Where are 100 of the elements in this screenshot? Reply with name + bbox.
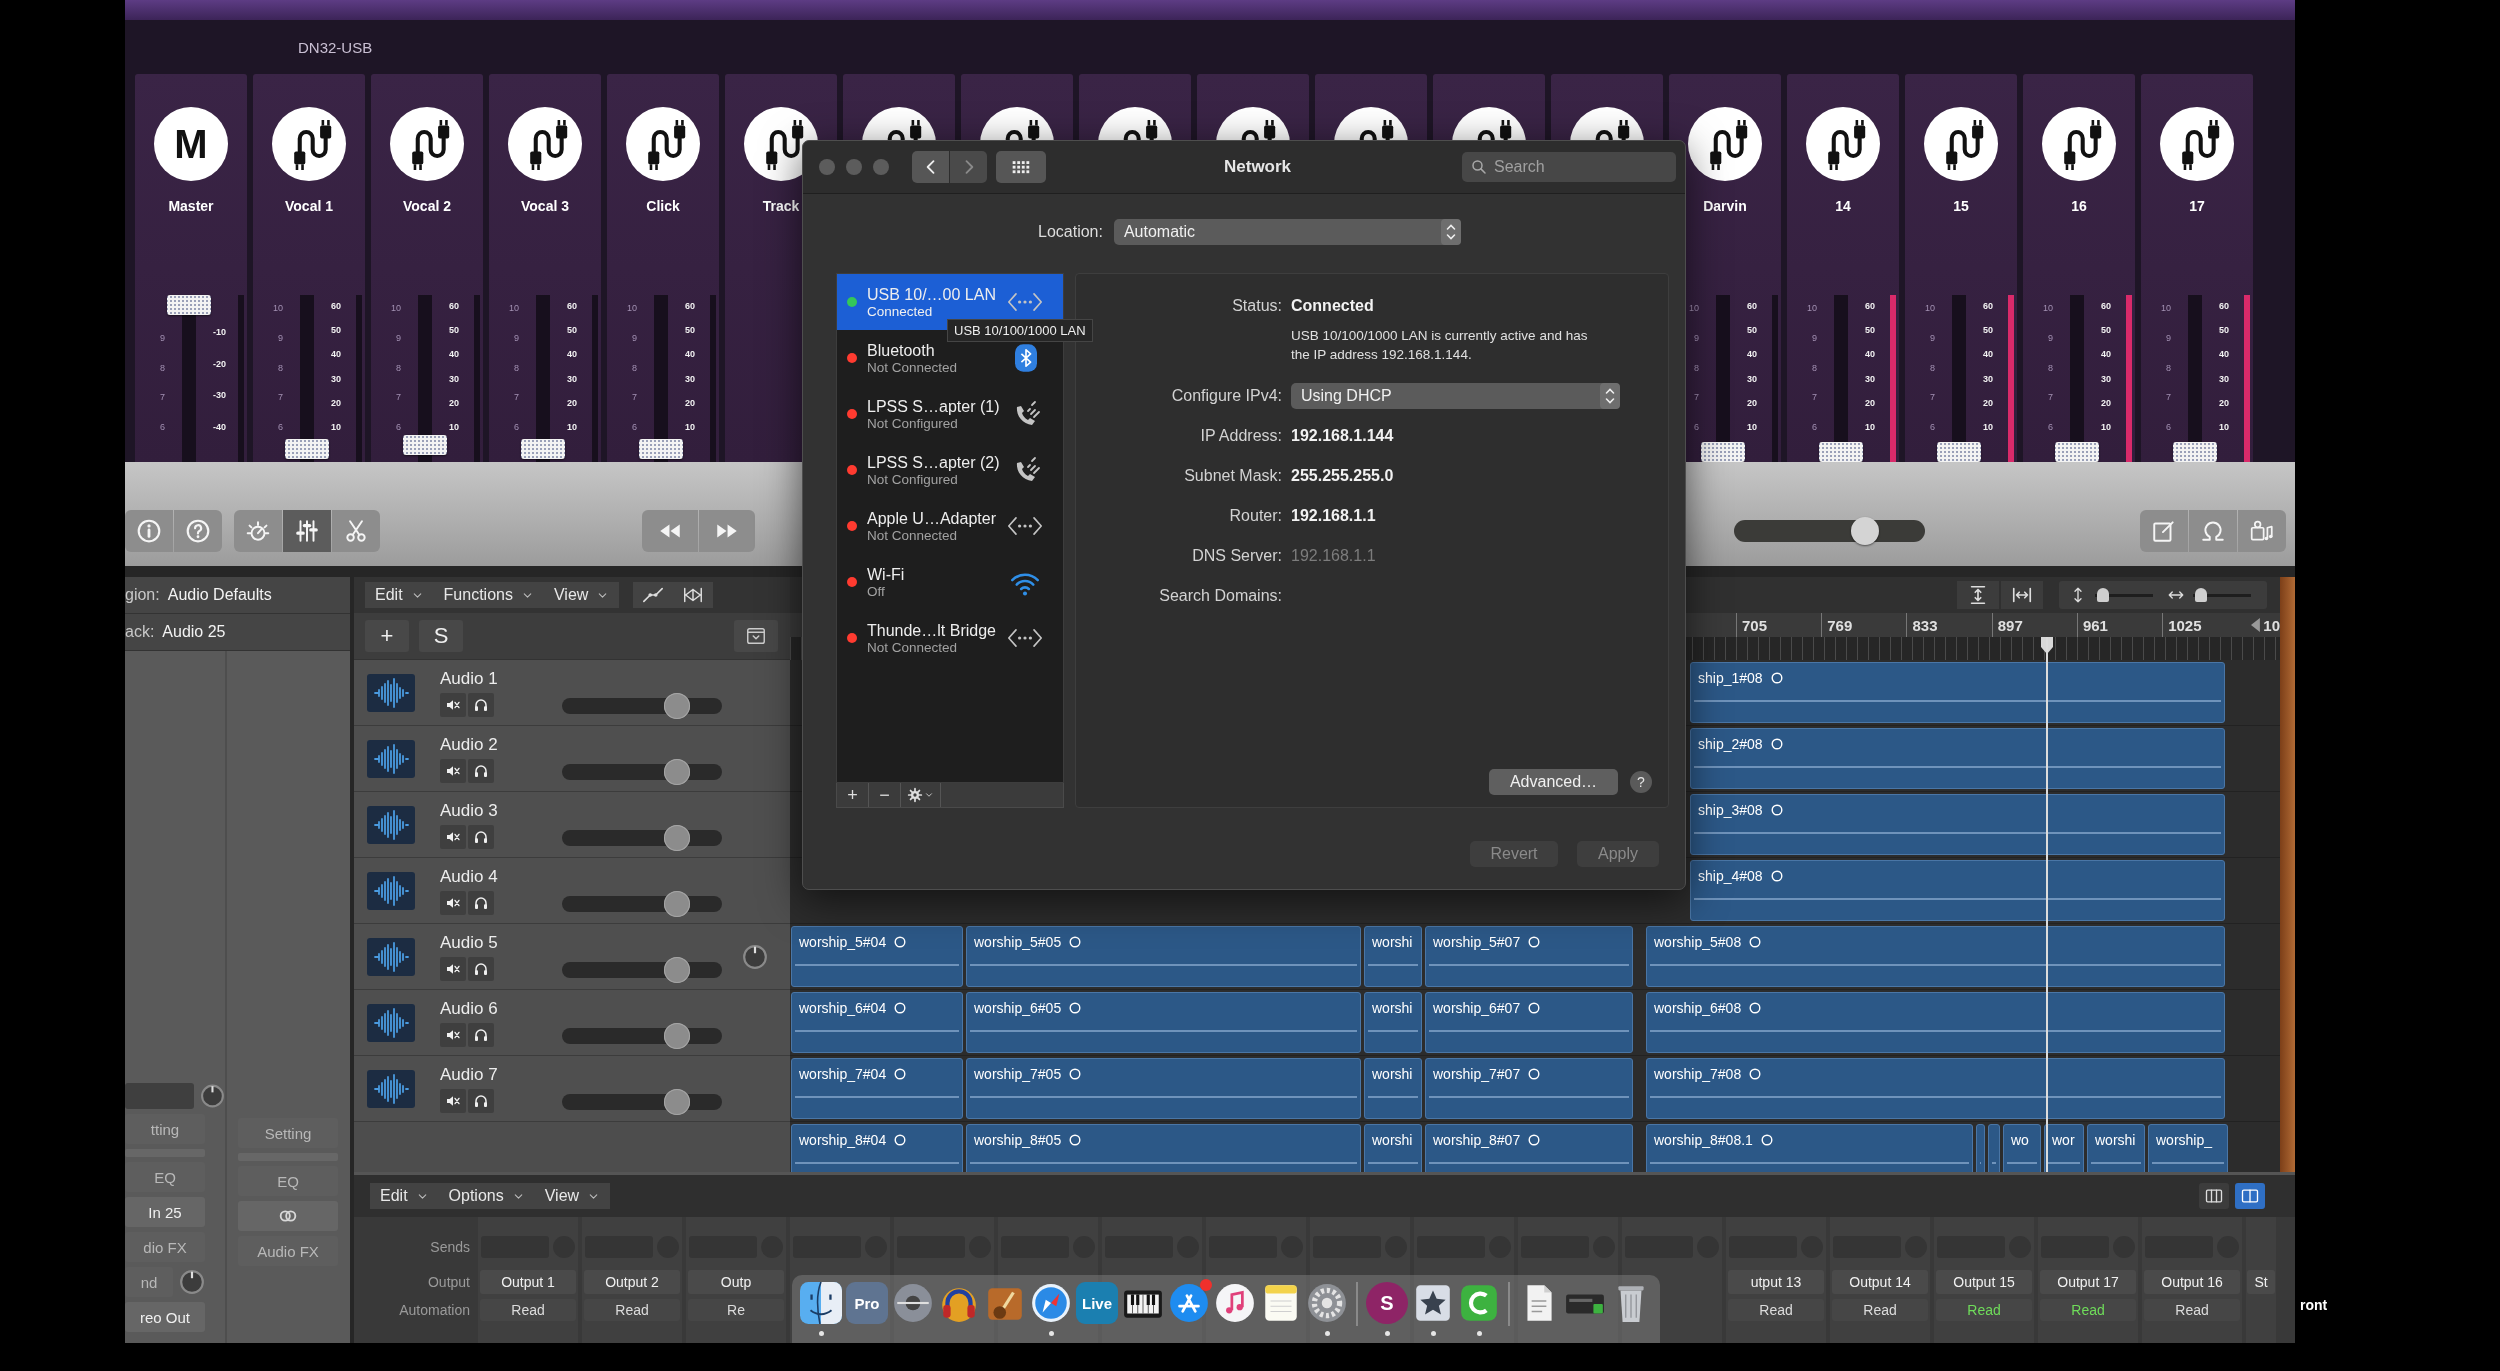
track-name: Audio 6 bbox=[440, 998, 499, 1018]
scale-label: 20 bbox=[1747, 397, 1758, 408]
channel-name: Vocal 2 bbox=[403, 198, 451, 215]
scale-label: -30 bbox=[213, 390, 227, 401]
scale-label: 10 bbox=[331, 421, 342, 432]
scale-label: 6 bbox=[2166, 422, 2171, 432]
field-label: gion: bbox=[125, 586, 160, 604]
region-name: worship_5#05 bbox=[974, 934, 1062, 950]
scale-label: 40 bbox=[449, 349, 460, 360]
scale-label: 60 bbox=[2101, 301, 2112, 311]
scale-label: 6 bbox=[514, 422, 519, 432]
service-name: LPSS S…apter (1) bbox=[867, 396, 1001, 416]
scale-label: 7 bbox=[514, 392, 519, 403]
scale-label: -10 bbox=[213, 327, 227, 337]
region-name: ship_3#08 bbox=[1698, 802, 1763, 818]
scale-label: 10 bbox=[2219, 421, 2230, 432]
scale-label: 10 bbox=[685, 421, 696, 432]
region-name: worship_6#04 bbox=[799, 1000, 887, 1016]
scale-label: 7 bbox=[278, 392, 283, 403]
region-name: worship_7#08 bbox=[1654, 1066, 1742, 1082]
channel-name: Master bbox=[168, 198, 214, 215]
scale-label: 60 bbox=[1983, 301, 1994, 311]
field-value: 192.168.1.144 bbox=[1291, 427, 1394, 445]
region-name: worship_7#05 bbox=[974, 1066, 1062, 1082]
scale-label: 20 bbox=[449, 397, 460, 408]
service-status: Not Configured bbox=[867, 471, 959, 488]
scale-label: 30 bbox=[1983, 373, 1994, 384]
ruler-label: 10 bbox=[2263, 616, 2280, 634]
scale-label: 50 bbox=[1983, 325, 1994, 336]
scale-label: 7 bbox=[160, 392, 165, 403]
scale-label: 40 bbox=[1865, 349, 1876, 360]
scale-label: 6 bbox=[396, 422, 401, 432]
scale-label: -40 bbox=[213, 421, 227, 432]
ruler-label: 961 bbox=[2082, 616, 2108, 634]
scale-label: 30 bbox=[331, 373, 342, 384]
region-name: worship_7#04 bbox=[799, 1066, 887, 1082]
field-label: Status: bbox=[1231, 297, 1282, 315]
scale-label: 30 bbox=[449, 373, 460, 384]
scale-label: 40 bbox=[1747, 349, 1758, 360]
region-name: worshi bbox=[1372, 934, 1413, 950]
scale-label: 10 bbox=[2161, 303, 2171, 313]
ruler-label: 705 bbox=[1742, 616, 1768, 634]
window-title: Network bbox=[1224, 157, 1292, 177]
scale-label: 40 bbox=[567, 349, 578, 360]
scale-label: 20 bbox=[567, 397, 578, 408]
scale-label: 8 bbox=[1694, 362, 1699, 373]
scale-label: 20 bbox=[2219, 397, 2230, 408]
scale-label: 8 bbox=[396, 362, 401, 373]
region-name: worshi bbox=[1372, 1066, 1413, 1082]
service-name: USB 10/…00 LAN bbox=[867, 284, 997, 304]
row-label: Sends bbox=[430, 1238, 470, 1257]
field-label: DNS Server: bbox=[1191, 547, 1282, 565]
scale-label: 50 bbox=[331, 325, 342, 336]
scale-label: 7 bbox=[2048, 392, 2053, 403]
scale-label: 8 bbox=[160, 362, 165, 373]
scale-label: 10 bbox=[391, 303, 401, 313]
region-name: worship_6#05 bbox=[974, 1000, 1062, 1016]
region-name: ship_2#08 bbox=[1698, 736, 1763, 752]
scale-label: 40 bbox=[2219, 349, 2230, 360]
field-label: IP Address: bbox=[1199, 427, 1282, 445]
field-label: Search Domains: bbox=[1158, 587, 1282, 605]
scale-label: 60 bbox=[1865, 301, 1876, 311]
region-name: worship_8#04 bbox=[799, 1132, 887, 1148]
scale-label: 10 bbox=[567, 421, 578, 432]
service-status: Not Connected bbox=[867, 639, 959, 656]
scale-label: 8 bbox=[1930, 362, 1935, 373]
scale-label: 30 bbox=[685, 373, 696, 384]
field-label: ack: bbox=[125, 623, 155, 641]
scale-label: 10 bbox=[1865, 421, 1876, 432]
region-name: worship_6#07 bbox=[1433, 1000, 1521, 1016]
status-value: Connected bbox=[1291, 297, 1374, 315]
ruler-label: 833 bbox=[1912, 616, 1938, 634]
scale-label: 9 bbox=[1694, 332, 1699, 343]
scale-label: 7 bbox=[396, 392, 401, 403]
service-status: Not Configured bbox=[867, 415, 959, 432]
scale-label: 50 bbox=[685, 325, 696, 336]
row-label: Output bbox=[427, 1273, 470, 1292]
service-status: Off bbox=[867, 583, 886, 600]
region-name: worshi bbox=[2095, 1132, 2136, 1148]
track-name: Audio 5 bbox=[440, 932, 499, 952]
scale-label: 9 bbox=[514, 332, 519, 343]
scale-label: 60 bbox=[1747, 301, 1758, 311]
field-value: 192.168.1.1 bbox=[1291, 507, 1376, 525]
region-name: worship_8#05 bbox=[974, 1132, 1062, 1148]
ruler-label: 1025 bbox=[2168, 616, 2202, 634]
scale-label: 9 bbox=[278, 332, 283, 343]
scale-label: 10 bbox=[1689, 303, 1699, 313]
field-label: Subnet Mask: bbox=[1183, 467, 1282, 485]
scale-label: 10 bbox=[273, 303, 283, 313]
service-status: Connected bbox=[867, 303, 934, 320]
scale-label: 9 bbox=[632, 332, 637, 343]
scale-label: 9 bbox=[396, 332, 401, 343]
scale-label: 40 bbox=[331, 349, 342, 360]
scale-label: 8 bbox=[632, 362, 637, 373]
scale-label: 40 bbox=[685, 349, 696, 360]
scale-label: 6 bbox=[160, 421, 165, 432]
scale-label: 10 bbox=[1925, 303, 1935, 313]
field-label: Configure IPv4: bbox=[1170, 387, 1282, 405]
scale-label: 50 bbox=[1865, 325, 1876, 336]
field-label: Router: bbox=[1228, 507, 1282, 525]
